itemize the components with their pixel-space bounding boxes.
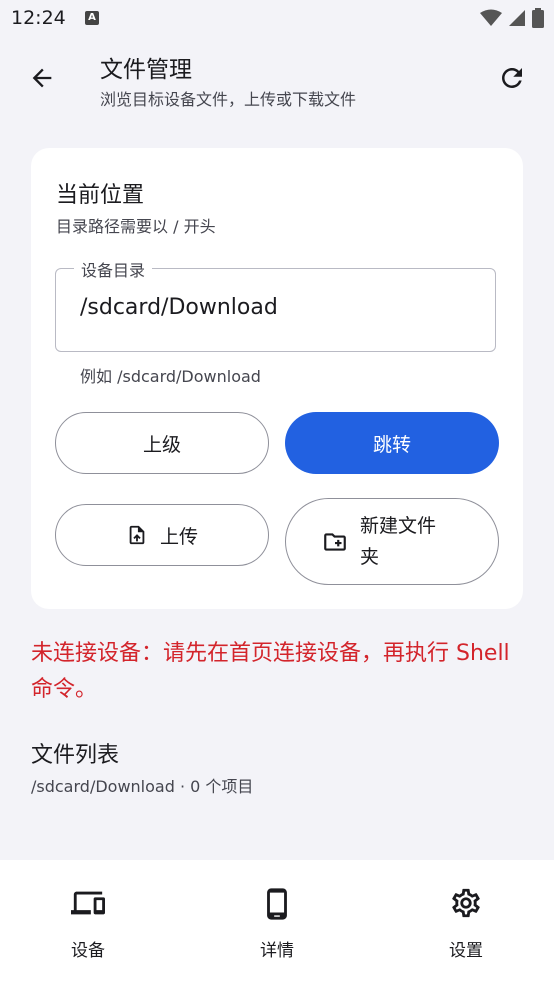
notification-icon: A	[85, 11, 99, 25]
phone-icon	[212, 886, 342, 922]
nav-label-devices: 设备	[71, 941, 105, 961]
bottom-navigation: 设备 详情 设置	[0, 860, 554, 984]
page-subtitle: 浏览目标设备文件，上传或下载文件	[100, 90, 357, 109]
connection-error-message: 未连接设备：请先在首页连接设备，再执行 Shell 命令。	[31, 641, 510, 702]
arrow-back-icon	[32, 68, 52, 88]
top-app-bar: 文件管理 浏览目标设备文件，上传或下载文件	[0, 36, 554, 128]
status-bar: 12:24 A	[0, 0, 554, 36]
status-icons	[480, 8, 544, 28]
directory-hint: 例如 /sdcard/Download	[80, 367, 261, 386]
new-folder-label-line2: 夹	[360, 545, 380, 568]
upload-label: 上传	[159, 525, 198, 548]
upload-file-icon	[126, 524, 148, 546]
directory-field[interactable]: 设备目录	[55, 257, 496, 352]
parent-dir-button[interactable]: 上级	[55, 412, 269, 474]
gear-icon	[401, 886, 531, 920]
upload-button[interactable]: 上传	[55, 504, 269, 566]
battery-icon	[532, 8, 544, 28]
refresh-button[interactable]	[490, 56, 534, 100]
devices-icon	[23, 886, 153, 920]
new-folder-label-line1: 新建文件	[360, 514, 437, 537]
card-description: 目录路径需要以 / 开头	[56, 217, 216, 236]
new-folder-button[interactable]: 新建文件 夹	[285, 498, 499, 585]
card-title: 当前位置	[56, 183, 145, 208]
nav-label-details: 详情	[260, 941, 294, 961]
location-card: 当前位置 目录路径需要以 / 开头 设备目录 例如 /sdcard/Downlo…	[31, 148, 523, 609]
page-title: 文件管理	[100, 57, 192, 83]
file-list-title: 文件列表	[31, 743, 120, 768]
back-button[interactable]	[20, 56, 64, 100]
nav-item-devices[interactable]: 设备	[23, 860, 153, 984]
file-list-meta: /sdcard/Download · 0 个项目	[31, 777, 254, 796]
new-folder-label: 新建文件 夹	[360, 511, 436, 573]
directory-field-label: 设备目录	[74, 257, 153, 281]
status-time: 12:24	[11, 7, 66, 29]
create-folder-icon	[322, 529, 348, 555]
go-label: 跳转	[372, 433, 411, 456]
go-button[interactable]: 跳转	[285, 412, 499, 474]
nav-item-settings[interactable]: 设置	[401, 860, 531, 984]
refresh-icon	[502, 68, 522, 88]
wifi-icon	[480, 9, 502, 26]
nav-label-settings: 设置	[449, 941, 483, 961]
parent-dir-label: 上级	[142, 433, 181, 456]
nav-item-details[interactable]: 详情	[212, 860, 342, 984]
signal-icon	[509, 10, 525, 26]
directory-input[interactable]	[80, 295, 470, 320]
